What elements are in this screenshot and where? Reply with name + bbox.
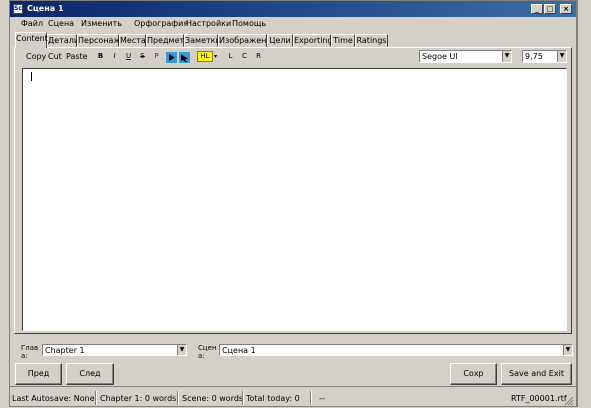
status-separator xyxy=(177,391,179,405)
tab-goals[interactable]: Цели xyxy=(267,34,293,47)
tab-exporting[interactable]: Exporting xyxy=(293,34,333,47)
status-bar: Last Autosave: None Chapter 1: 0 words S… xyxy=(9,386,577,408)
title-bar[interactable]: Sc Сцена 1 _ □ × xyxy=(10,1,576,17)
scene-label: Сцен а: xyxy=(198,344,217,360)
align-center-button[interactable]: C xyxy=(239,51,250,62)
minimize-button[interactable]: _ xyxy=(531,4,543,14)
save-and-exit-button[interactable]: Save and Exit xyxy=(501,363,572,385)
close-button[interactable]: × xyxy=(560,4,572,14)
underline-button[interactable]: U xyxy=(123,51,134,62)
menu-edit[interactable]: Изменить xyxy=(81,19,122,28)
text-caret xyxy=(31,72,32,81)
resize-grip-icon[interactable] xyxy=(564,396,574,406)
tab-notes[interactable]: Заметки xyxy=(184,34,221,47)
highlight-dropdown-icon[interactable]: ▾ xyxy=(214,53,217,60)
status-separator xyxy=(310,391,312,405)
bold-button[interactable]: B xyxy=(95,51,106,62)
tab-details[interactable]: Детали xyxy=(47,34,79,47)
menu-spelling[interactable]: Орфография xyxy=(134,19,188,28)
chevron-down-icon[interactable]: ▼ xyxy=(177,345,186,355)
menu-settings[interactable]: Настройки xyxy=(186,19,231,28)
save-button[interactable]: Сохр xyxy=(450,363,497,385)
tab-items[interactable]: Предметы xyxy=(146,34,190,47)
background-app-right xyxy=(577,0,591,407)
menu-bar: Файл Сцена Изменить Орфография Настройки… xyxy=(10,17,576,32)
align-left-button[interactable]: L xyxy=(225,51,236,62)
scene-word-count: Scene: 0 words xyxy=(182,394,244,403)
chapter-select[interactable]: Chapter 1 ▼ xyxy=(42,344,187,356)
next-button[interactable]: След xyxy=(66,363,114,385)
status-separator xyxy=(242,391,244,405)
chapter-label: Глав а: xyxy=(21,344,39,360)
paste-button[interactable]: Paste xyxy=(66,52,88,61)
menu-help[interactable]: Помощь xyxy=(232,19,266,28)
font-size-select[interactable]: 9,75 ▼ xyxy=(522,50,567,63)
chevron-down-icon[interactable]: ▼ xyxy=(502,51,511,62)
app-icon: Sc xyxy=(13,4,23,14)
play-icon[interactable] xyxy=(166,52,177,63)
chevron-down-icon[interactable]: ▼ xyxy=(563,345,572,355)
menu-file[interactable]: Файл xyxy=(21,19,43,28)
scene-value: Сцена 1 xyxy=(222,346,256,355)
prev-button[interactable]: Пред xyxy=(15,363,62,385)
tab-content[interactable]: Content xyxy=(15,32,48,48)
maximize-button[interactable]: □ xyxy=(544,4,556,14)
format-toolbar: Copy Cut Paste B I U S P HL ▾ L C R Sego… xyxy=(16,49,572,65)
align-right-button[interactable]: R xyxy=(253,51,264,62)
font-select[interactable]: Segoe UI ▼ xyxy=(419,50,512,63)
chapter-value: Chapter 1 xyxy=(45,346,85,355)
tab-characters[interactable]: Персонажи xyxy=(77,34,126,47)
chevron-down-icon[interactable]: ▼ xyxy=(557,51,566,62)
status-separator xyxy=(95,391,97,405)
total-today: Total today: 0 xyxy=(246,394,300,403)
chapter-word-count: Chapter 1: 0 words xyxy=(100,394,177,403)
autosave-status: Last Autosave: None xyxy=(12,394,95,403)
tab-time[interactable]: Time xyxy=(331,34,355,47)
copy-button[interactable]: Copy xyxy=(26,52,46,61)
cut-button[interactable]: Cut xyxy=(48,52,62,61)
font-size-value: 9,75 xyxy=(525,52,543,61)
highlight-button[interactable]: HL xyxy=(197,51,213,62)
font-value: Segoe UI xyxy=(422,52,458,61)
status-dash: -- xyxy=(319,394,325,403)
window-title: Сцена 1 xyxy=(27,4,64,13)
scene-text-editor[interactable] xyxy=(22,68,567,331)
scene-select[interactable]: Сцена 1 ▼ xyxy=(219,344,573,356)
cursor-tool-icon[interactable] xyxy=(179,52,190,63)
p-button[interactable]: P xyxy=(151,51,162,62)
tab-places[interactable]: Места xyxy=(119,34,146,47)
tab-image[interactable]: Изображение xyxy=(218,34,277,47)
italic-button[interactable]: I xyxy=(109,51,120,62)
tab-ratings[interactable]: Ratings xyxy=(355,34,388,47)
file-name: RTF_00001.rtf xyxy=(511,394,567,403)
menu-scene[interactable]: Сцена xyxy=(48,19,74,28)
strikethrough-button[interactable]: S xyxy=(137,51,148,62)
scene-window: Sc Сцена 1 _ □ × Файл Сцена Изменить Орф… xyxy=(9,0,577,407)
